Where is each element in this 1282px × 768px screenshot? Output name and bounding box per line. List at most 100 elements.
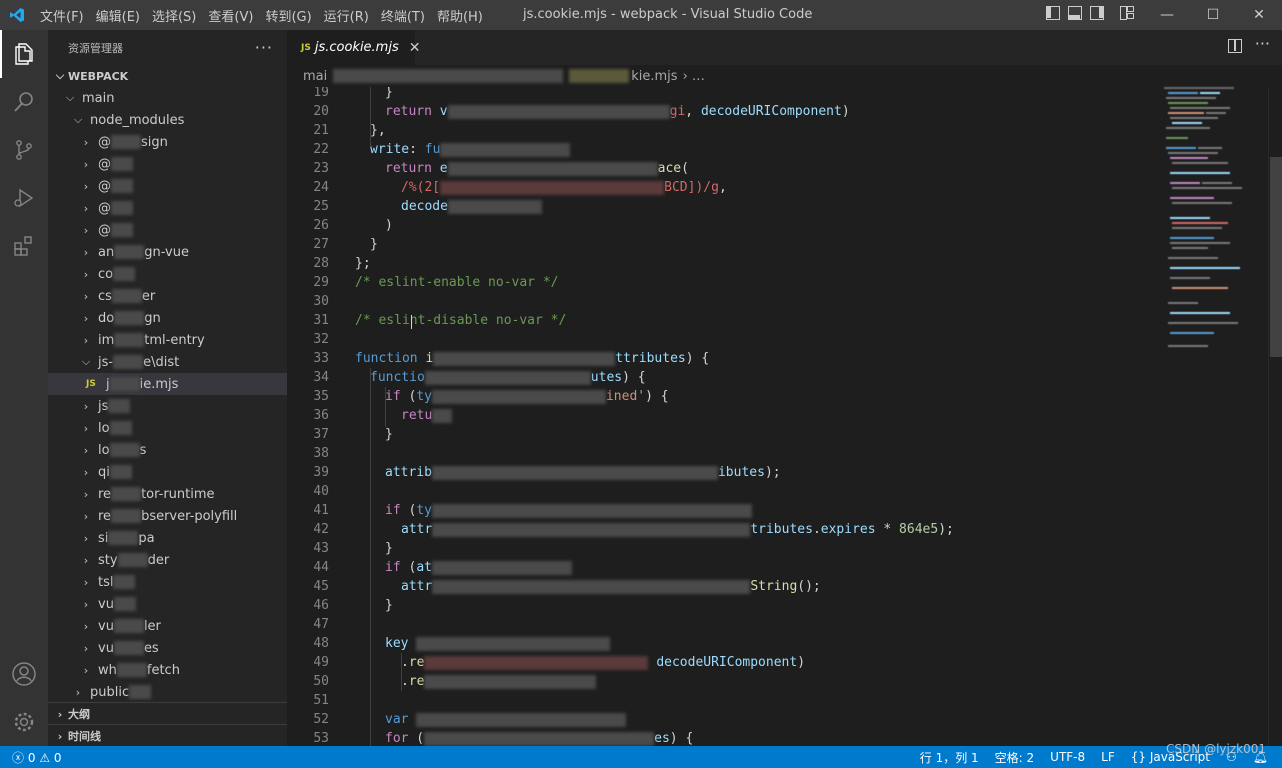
tree-item[interactable]: › sty der	[48, 549, 287, 571]
source-control-icon[interactable]	[0, 126, 48, 174]
tree-item-label: @	[98, 156, 111, 172]
outline-section[interactable]: › 大纲	[48, 702, 287, 725]
maximize-button[interactable]: ☐	[1190, 0, 1236, 30]
status-bar: ⓧ 0 ⚠ 0 行 1，列 1 空格: 2 UTF-8 LF {} JavaSc…	[0, 746, 1282, 768]
tree-item-suffix: tor-runtime	[141, 486, 215, 502]
breadcrumb-file[interactable]: kie.mjs	[631, 69, 677, 84]
tree-item[interactable]: › im tml-entry	[48, 329, 287, 351]
menu-terminal[interactable]: 终端(T)	[375, 6, 431, 25]
tree-item[interactable]: › @	[48, 197, 287, 219]
close-window-button[interactable]: ✕	[1236, 0, 1282, 30]
tab-js-cookie[interactable]: JS js.cookie.mjs ✕	[287, 30, 420, 65]
indentation[interactable]: 空格: 2	[987, 749, 1043, 766]
chevron-right-icon: ›	[83, 575, 89, 589]
tree-item[interactable]: › vu	[48, 593, 287, 615]
chevron-right-icon: ›	[83, 201, 89, 215]
tree-item[interactable]: › vu es	[48, 637, 287, 659]
extensions-icon[interactable]	[0, 222, 48, 270]
customize-layout-icon[interactable]	[1120, 6, 1134, 20]
menu-edit[interactable]: 编辑(E)	[90, 6, 146, 25]
menu-file[interactable]: 文件(F)	[34, 6, 90, 25]
chevron-right-icon: ›	[83, 267, 89, 281]
breadcrumb-root[interactable]: mai	[303, 69, 327, 84]
redacted-text	[111, 157, 133, 171]
tab-label: js.cookie.mjs	[314, 40, 399, 55]
account-icon[interactable]	[0, 650, 48, 698]
cursor-position[interactable]: 行 1，列 1	[912, 749, 987, 766]
tree-item[interactable]: ⌵ node_modules	[48, 109, 287, 131]
tree-item[interactable]: › js	[48, 395, 287, 417]
explorer-icon[interactable]	[0, 30, 48, 78]
redacted-text	[111, 509, 142, 523]
tree-item[interactable]: › lo s	[48, 439, 287, 461]
tree-item-suffix: bserver-polyfill	[141, 508, 238, 524]
chevron-right-icon: ›	[83, 553, 89, 567]
redacted-text	[114, 333, 145, 347]
text-cursor-icon	[411, 315, 412, 329]
more-actions-icon[interactable]: ···	[1255, 34, 1270, 53]
minimize-button[interactable]: —	[1144, 0, 1190, 30]
redacted-text	[113, 641, 144, 655]
end-of-line[interactable]: LF	[1093, 750, 1123, 764]
tree-item[interactable]: › do gn	[48, 307, 287, 329]
menu-view[interactable]: 查看(V)	[202, 6, 259, 25]
redacted-text	[111, 135, 141, 149]
tree-item[interactable]: › wh fetch	[48, 659, 287, 681]
run-debug-icon[interactable]	[0, 174, 48, 222]
vertical-scrollbar[interactable]	[1268, 87, 1282, 746]
tree-item-suffix: gn-vue	[144, 244, 189, 260]
javascript-file-icon: JS	[301, 42, 311, 53]
close-tab-icon[interactable]: ✕	[409, 40, 421, 56]
tree-item[interactable]: › re bserver-polyfill	[48, 505, 287, 527]
timeline-section[interactable]: › 时间线	[48, 724, 287, 747]
outline-label: 大纲	[68, 708, 90, 721]
menu-selection[interactable]: 选择(S)	[146, 6, 202, 25]
tree-item[interactable]: › re tor-runtime	[48, 483, 287, 505]
menu-run[interactable]: 运行(R)	[318, 6, 375, 25]
manage-gear-icon[interactable]	[0, 698, 48, 746]
menu-go[interactable]: 转到(G)	[259, 6, 317, 25]
code-editor[interactable]: 19 20 21 22 23 24 25 26 27 28 29 30 31 32 33 34 35 36 37 38…	[287, 87, 1162, 746]
toggle-panel-icon[interactable]	[1068, 6, 1082, 20]
tree-item[interactable]: › qi	[48, 461, 287, 483]
menu-help[interactable]: 帮助(H)	[431, 6, 489, 25]
tree-item[interactable]: › tsl	[48, 571, 287, 593]
problems-indicator[interactable]: ⓧ 0 ⚠ 0	[0, 749, 70, 766]
search-icon[interactable]	[0, 78, 48, 126]
tree-item[interactable]: JS j ie.mjs	[48, 373, 287, 395]
tree-item[interactable]: › cs er	[48, 285, 287, 307]
toggle-primary-sidebar-icon[interactable]	[1046, 6, 1060, 20]
sidebar-title: 资源管理器	[68, 41, 123, 55]
tree-item[interactable]: ⌵ main	[48, 87, 287, 109]
workspace-label: WEBPACK	[68, 69, 129, 83]
workspace-root[interactable]: ⌵ WEBPACK	[48, 65, 287, 87]
line-number: 32	[313, 332, 329, 347]
encoding[interactable]: UTF-8	[1042, 750, 1093, 764]
tree-item-label: @	[98, 200, 111, 216]
tree-item[interactable]: › an gn-vue	[48, 241, 287, 263]
tree-item-label: vu	[98, 596, 114, 612]
tree-item[interactable]: › @ sign	[48, 131, 287, 153]
tree-item[interactable]: › si pa	[48, 527, 287, 549]
tree-item-label: re	[98, 486, 112, 502]
tree-item-label: vu	[98, 640, 114, 656]
tree-item[interactable]: › @	[48, 153, 287, 175]
tree-item[interactable]: › co	[48, 263, 287, 285]
chevron-right-icon: ›	[57, 729, 63, 743]
scrollbar-thumb[interactable]	[1270, 157, 1282, 357]
error-count: 0	[27, 750, 36, 765]
menu-bar: 文件(F) 编辑(E) 选择(S) 查看(V) 转到(G) 运行(R) 终端(T…	[34, 6, 489, 25]
tree-item[interactable]: › vu ler	[48, 615, 287, 637]
tree-item[interactable]: › public	[48, 681, 287, 703]
tree-item[interactable]: ⌵ js-e\dist	[48, 351, 287, 373]
line-number: 30	[313, 294, 329, 309]
tree-item[interactable]: › @	[48, 219, 287, 241]
minimap[interactable]	[1162, 87, 1268, 746]
chevron-right-icon: ›	[75, 685, 81, 699]
tree-item[interactable]: › @	[48, 175, 287, 197]
tree-item[interactable]: › lo	[48, 417, 287, 439]
toggle-secondary-sidebar-icon[interactable]	[1090, 6, 1104, 20]
more-actions-button[interactable]: ···	[255, 38, 273, 57]
tree-item-label: @	[98, 222, 111, 238]
split-editor-icon[interactable]	[1228, 39, 1242, 53]
